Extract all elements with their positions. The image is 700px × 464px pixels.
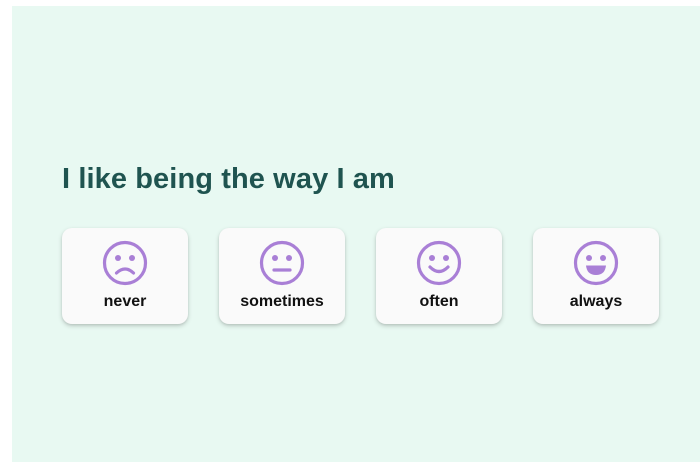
grinning-face-icon [573, 240, 619, 286]
smiling-face-icon [416, 240, 462, 286]
frowning-face-icon [102, 240, 148, 286]
option-often-button[interactable]: often [376, 228, 502, 324]
option-label: often [419, 293, 459, 310]
neutral-face-icon [259, 240, 305, 286]
answer-options: never sometimes often always [62, 228, 659, 324]
option-label: always [569, 293, 623, 310]
question-heading: I like being the way I am [62, 163, 395, 195]
option-never-button[interactable]: never [62, 228, 188, 324]
option-sometimes-button[interactable]: sometimes [219, 228, 345, 324]
option-label: never [103, 293, 147, 310]
option-label: sometimes [240, 293, 324, 310]
option-always-button[interactable]: always [533, 228, 659, 324]
